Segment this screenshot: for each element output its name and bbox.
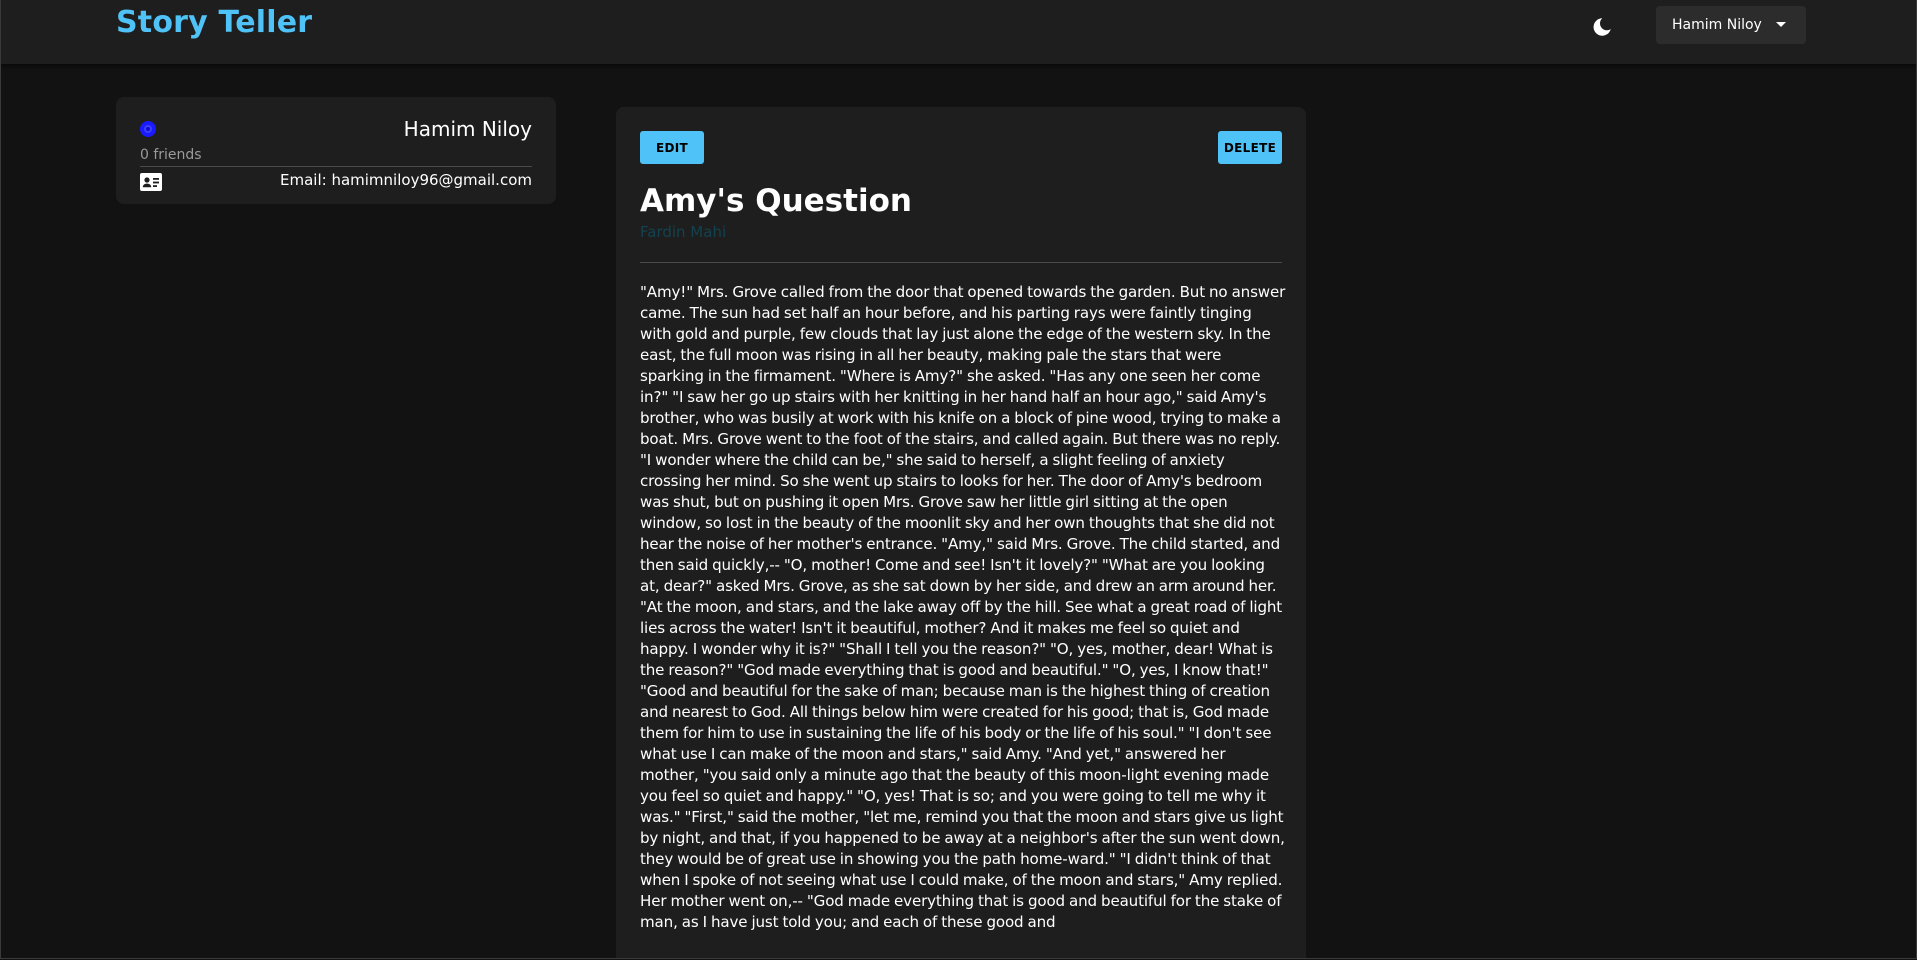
profile-email: Email: hamimniloy96@gmail.com	[280, 171, 532, 189]
edit-button[interactable]: EDIT	[640, 131, 704, 164]
avatar-icon	[144, 125, 152, 133]
contact-card-icon	[140, 173, 162, 191]
caret-down-icon	[1776, 22, 1786, 27]
app-window: Story Teller Hamim Niloy Hamim Niloy 0 f…	[0, 0, 1917, 959]
user-menu-label: Hamim Niloy	[1672, 17, 1762, 33]
story-author[interactable]: Fardin Mahi	[640, 223, 726, 241]
story-title: Amy's Question	[640, 183, 912, 219]
app-bar: Story Teller Hamim Niloy	[1, 0, 1916, 64]
user-menu-button[interactable]: Hamim Niloy	[1656, 6, 1806, 44]
delete-button[interactable]: DELETE	[1218, 131, 1282, 164]
story-body: "Amy!" Mrs. Grove called from the door t…	[640, 283, 1286, 931]
theme-toggle-button[interactable]	[1587, 12, 1617, 42]
brand-logo[interactable]: Story Teller	[116, 5, 312, 40]
friends-count[interactable]: 0 friends	[140, 147, 202, 163]
story-card: EDIT DELETE Amy's Question Fardin Mahi "…	[616, 107, 1306, 958]
moon-icon	[1593, 18, 1611, 36]
avatar	[140, 121, 156, 137]
profile-card: Hamim Niloy 0 friends Email: hamimniloy9…	[116, 97, 556, 204]
divider	[640, 262, 1282, 263]
divider	[140, 166, 532, 167]
profile-name: Hamim Niloy	[403, 117, 532, 141]
